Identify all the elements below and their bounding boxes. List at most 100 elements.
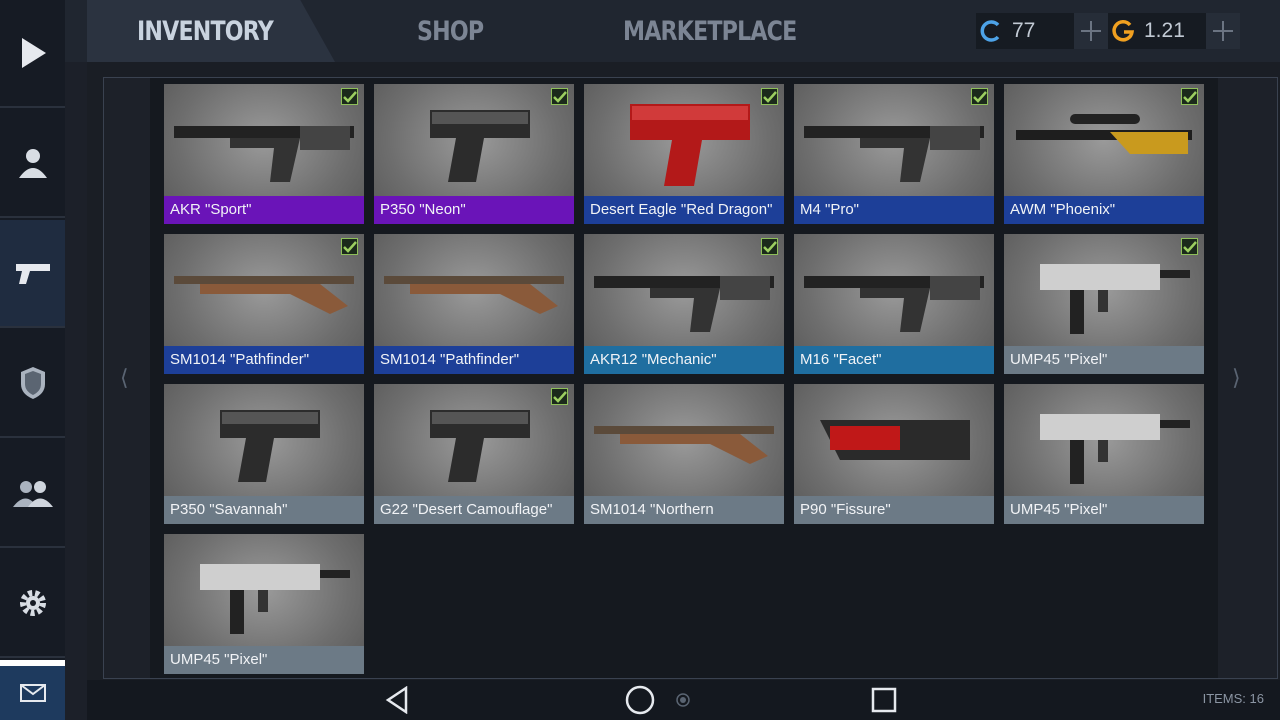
item-name-label: AWM "Phoenix" — [1004, 196, 1204, 224]
item-name-label: SM1014 "Pathfinder" — [164, 346, 364, 374]
weapon-image — [804, 276, 984, 332]
assistant-dot — [667, 686, 699, 714]
inventory-card[interactable]: G22 "Desert Camouflage" — [374, 384, 574, 524]
scroll-right-arrow-icon[interactable]: ⟩ — [1232, 365, 1241, 391]
item-name-label: M16 "Facet" — [794, 346, 994, 374]
item-name-label: AKR "Sport" — [164, 196, 364, 224]
scroll-left-arrow-icon[interactable]: ⟨ — [120, 365, 129, 391]
plus-icon — [1213, 21, 1233, 41]
item-name-label: P350 "Savannah" — [164, 496, 364, 524]
weapon-image — [384, 276, 564, 314]
weapon-image — [1040, 414, 1190, 484]
tab-inventory[interactable]: INVENTORY — [137, 0, 274, 62]
inventory-card[interactable]: P350 "Neon" — [374, 84, 574, 224]
settings-gear-icon — [19, 590, 46, 616]
profile-icon — [18, 149, 47, 178]
equipped-check-icon — [341, 88, 358, 105]
weapon-image — [1016, 114, 1192, 154]
item-name-label: G22 "Desert Camouflage" — [374, 496, 574, 524]
weapon-image — [820, 420, 970, 460]
credit-c-icon — [976, 13, 1006, 49]
gold-value: 1.21 — [1144, 19, 1185, 42]
friends-icon — [12, 481, 53, 507]
item-name-label: Desert Eagle "Red Dragon" — [584, 196, 784, 224]
inventory-card[interactable]: P350 "Savannah" — [164, 384, 364, 524]
items-count: ITEMS: 16 — [1202, 691, 1264, 706]
inventory-card[interactable]: AWM "Phoenix" — [1004, 84, 1204, 224]
item-name-label: UMP45 "Pixel" — [1004, 346, 1204, 374]
weapon-image — [174, 126, 354, 182]
equipped-check-icon — [551, 88, 568, 105]
item-name-label: UMP45 "Pixel" — [1004, 496, 1204, 524]
tab-marketplace[interactable]: MARKETPLACE — [623, 0, 797, 62]
weapon-image — [594, 276, 774, 332]
inventory-card[interactable]: UMP45 "Pixel" — [1004, 384, 1204, 524]
recents-square-icon — [871, 687, 897, 713]
gold-g-icon — [1108, 13, 1138, 49]
equipped-check-icon — [1181, 238, 1198, 255]
weapon-image — [430, 110, 530, 182]
back-triangle-icon — [385, 686, 408, 714]
weapon-image — [220, 410, 320, 482]
equipped-check-icon — [341, 238, 358, 255]
inventory-card[interactable]: UMP45 "Pixel" — [164, 534, 364, 674]
add-gold-button[interactable] — [1206, 13, 1240, 49]
weapon-image — [804, 126, 984, 182]
item-name-label: P350 "Neon" — [374, 196, 574, 224]
profile-button[interactable] — [0, 110, 65, 218]
weapon-image — [430, 410, 530, 482]
item-name-label: P90 "Fissure" — [794, 496, 994, 524]
inventory-card[interactable]: Desert Eagle "Red Dragon" — [584, 84, 784, 224]
item-name-label: SM1014 "Northern — [584, 496, 784, 524]
inventory-card[interactable]: P90 "Fissure" — [794, 384, 994, 524]
equipped-check-icon — [551, 388, 568, 405]
top-navigation: INVENTORY SHOP MARKETPLACE 77 1.21 — [65, 0, 1280, 62]
weapon-image — [594, 426, 774, 464]
system-navigation-bar: ITEMS: 16 — [87, 680, 1280, 720]
tab-shop[interactable]: SHOP — [417, 0, 484, 62]
assistant-dot-icon — [676, 693, 690, 707]
pistol-icon — [15, 264, 50, 284]
weapon-image — [200, 564, 350, 634]
home-button[interactable] — [624, 685, 656, 715]
equipped-check-icon — [1181, 88, 1198, 105]
clan-emblem-icon — [20, 367, 45, 399]
inventory-nav-button[interactable] — [0, 220, 65, 328]
app-root: INVENTORY SHOP MARKETPLACE 77 1.21 ⟨ ⟩ I… — [0, 0, 1280, 720]
settings-button[interactable] — [0, 550, 65, 658]
clan-button[interactable] — [0, 330, 65, 438]
play-icon — [21, 38, 46, 68]
home-circle-icon — [625, 685, 655, 715]
weapon-image — [630, 104, 750, 186]
item-name-label: AKR12 "Mechanic" — [584, 346, 784, 374]
inventory-card[interactable]: SM1014 "Pathfinder" — [374, 234, 574, 374]
credits-value: 77 — [1012, 19, 1036, 42]
inventory-card[interactable]: M4 "Pro" — [794, 84, 994, 224]
inventory-card[interactable]: AKR "Sport" — [164, 84, 364, 224]
gold-balance: 1.21 — [1108, 13, 1240, 49]
inventory-card[interactable]: SM1014 "Pathfinder" — [164, 234, 364, 374]
inventory-card[interactable]: SM1014 "Northern — [584, 384, 784, 524]
equipped-check-icon — [761, 88, 778, 105]
recents-button[interactable] — [868, 686, 900, 714]
play-button[interactable] — [0, 0, 65, 108]
item-name-label: UMP45 "Pixel" — [164, 646, 364, 674]
inventory-card[interactable]: UMP45 "Pixel" — [1004, 234, 1204, 374]
credits-balance: 77 — [976, 13, 1108, 49]
back-button[interactable] — [381, 686, 413, 714]
mail-button[interactable] — [0, 660, 65, 720]
item-name-label: M4 "Pro" — [794, 196, 994, 224]
weapon-image — [174, 276, 354, 314]
inventory-card[interactable]: AKR12 "Mechanic" — [584, 234, 784, 374]
equipped-check-icon — [971, 88, 988, 105]
equipped-check-icon — [761, 238, 778, 255]
mail-icon — [19, 684, 46, 702]
inventory-card[interactable]: M16 "Facet" — [794, 234, 994, 374]
add-credits-button[interactable] — [1074, 13, 1108, 49]
item-name-label: SM1014 "Pathfinder" — [374, 346, 574, 374]
plus-icon — [1081, 21, 1101, 41]
sidebar-spacer — [65, 0, 87, 720]
left-sidebar — [0, 0, 65, 720]
weapon-image — [1040, 264, 1190, 334]
friends-button[interactable] — [0, 440, 65, 548]
